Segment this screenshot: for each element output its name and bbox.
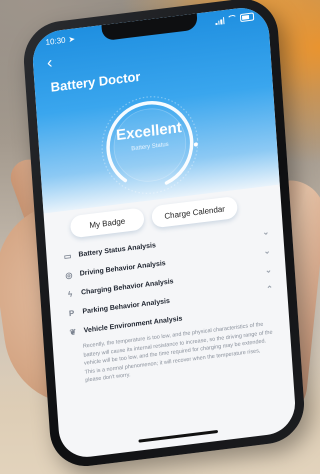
chevron-down-icon: ⌄ — [262, 227, 270, 238]
clock: 10:30 — [45, 35, 66, 47]
chevron-down-icon: ⌄ — [264, 265, 273, 275]
wifi-icon — [226, 14, 238, 24]
status-time: 10:30 ➤ — [45, 34, 75, 47]
phone: 10:30 ➤ ‹ Battery Doctor Excellent Batte… — [21, 0, 307, 471]
chevron-down-icon: ⌄ — [263, 246, 271, 256]
chevron-left-icon[interactable]: ‹ — [46, 54, 52, 72]
signal-icon — [215, 16, 225, 25]
battery-icon: ▭ — [63, 251, 72, 262]
location-icon: ➤ — [68, 33, 76, 44]
parking-icon: P — [68, 308, 75, 319]
leaf-icon: ❦ — [69, 327, 77, 338]
steering-wheel-icon: ◎ — [65, 270, 73, 281]
analysis-list: ▭ Battery Status Analysis ⌄ ◎ Driving Be… — [46, 220, 292, 388]
lightning-icon: ϟ — [67, 289, 73, 300]
battery-gauge: Excellent Battery Status — [91, 83, 208, 206]
chevron-up-icon: ⌃ — [266, 284, 274, 294]
charge-calendar-button[interactable]: Charge Calendar — [151, 195, 239, 229]
home-indicator[interactable] — [138, 429, 219, 443]
my-badge-button[interactable]: My Badge — [69, 207, 145, 239]
phone-screen: 10:30 ➤ ‹ Battery Doctor Excellent Batte… — [30, 4, 298, 461]
battery-icon — [239, 12, 255, 23]
